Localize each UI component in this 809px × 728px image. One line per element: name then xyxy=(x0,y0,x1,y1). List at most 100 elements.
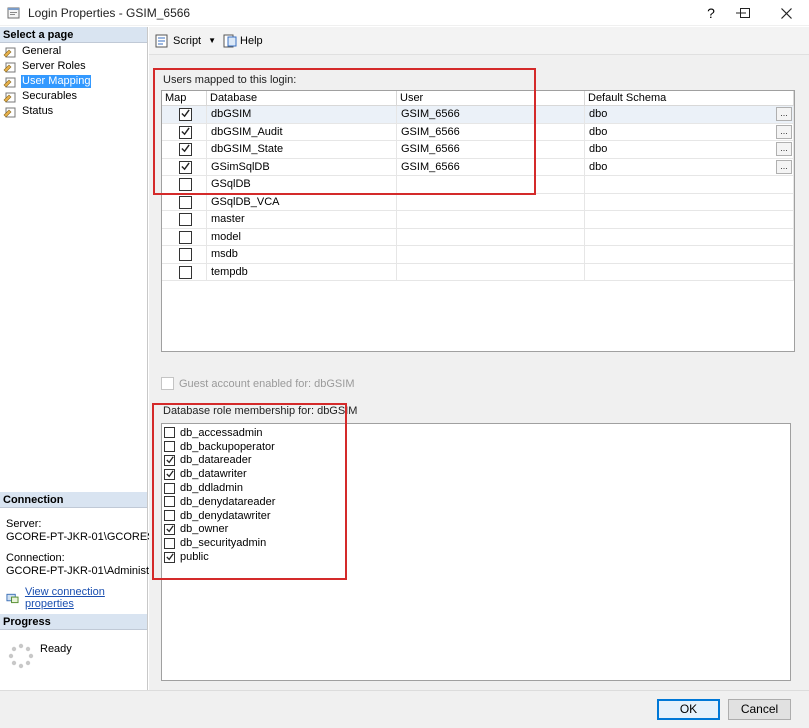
column-header-database[interactable]: Database xyxy=(207,91,397,105)
role-item-db-owner[interactable]: db_owner xyxy=(162,523,790,537)
role-checkbox[interactable] xyxy=(164,483,175,494)
default-schema-cell[interactable]: dbo... xyxy=(585,106,794,124)
browse-schema-button[interactable]: ... xyxy=(776,142,792,156)
grid-header: Map Database User Default Schema xyxy=(162,91,794,106)
user-cell[interactable] xyxy=(397,211,585,229)
role-item-db-datareader[interactable]: db_datareader xyxy=(162,454,790,468)
map-checkbox[interactable] xyxy=(179,108,192,121)
role-item-db-denydatareader[interactable]: db_denydatareader xyxy=(162,495,790,509)
role-item-db-securityadmin[interactable]: db_securityadmin xyxy=(162,536,790,550)
default-schema-cell[interactable] xyxy=(585,264,794,282)
page-item-server-roles[interactable]: Server Roles xyxy=(0,59,147,74)
page-item-securables[interactable]: Securables xyxy=(0,89,147,104)
guest-account-checkbox xyxy=(161,377,174,390)
table-row[interactable]: dbGSIMGSIM_6566dbo... xyxy=(162,106,794,124)
map-cell xyxy=(162,141,207,159)
table-row[interactable]: model xyxy=(162,229,794,247)
user-cell[interactable] xyxy=(397,194,585,212)
user-cell[interactable] xyxy=(397,264,585,282)
default-schema-cell[interactable] xyxy=(585,246,794,264)
grid-rows: dbGSIMGSIM_6566dbo...dbGSIM_AuditGSIM_65… xyxy=(162,106,794,281)
page-item-user-mapping[interactable]: User Mapping xyxy=(0,74,147,89)
map-checkbox[interactable] xyxy=(179,161,192,174)
wrench-page-icon xyxy=(3,61,16,73)
default-schema-cell[interactable]: dbo... xyxy=(585,141,794,159)
page-item-general[interactable]: General xyxy=(0,44,147,59)
server-value: GCORE-PT-JKR-01\GCORESQL xyxy=(6,531,147,543)
default-schema-cell[interactable] xyxy=(585,194,794,212)
table-row[interactable]: tempdb xyxy=(162,264,794,282)
browse-schema-button[interactable]: ... xyxy=(776,107,792,121)
user-cell[interactable]: GSIM_6566 xyxy=(397,159,585,177)
table-row[interactable]: GSimSqlDBGSIM_6566dbo... xyxy=(162,159,794,177)
role-item-db-backupoperator[interactable]: db_backupoperator xyxy=(162,440,790,454)
table-row[interactable]: msdb xyxy=(162,246,794,264)
map-checkbox[interactable] xyxy=(179,213,192,226)
role-checkbox[interactable] xyxy=(164,552,175,563)
browse-schema-button[interactable]: ... xyxy=(776,125,792,139)
table-row[interactable]: GSqlDB_VCA xyxy=(162,194,794,212)
role-item-public[interactable]: public xyxy=(162,550,790,564)
login-properties-icon xyxy=(7,6,21,20)
role-checkbox[interactable] xyxy=(164,524,175,535)
role-item-db-denydatawriter[interactable]: db_denydatawriter xyxy=(162,509,790,523)
user-cell[interactable]: GSIM_6566 xyxy=(397,141,585,159)
map-checkbox[interactable] xyxy=(179,266,192,279)
script-button[interactable]: Script xyxy=(154,34,201,48)
table-row[interactable]: dbGSIM_AuditGSIM_6566dbo... xyxy=(162,124,794,142)
role-checkbox[interactable] xyxy=(164,469,175,480)
script-dropdown-arrow-icon[interactable]: ▼ xyxy=(208,36,216,45)
progress-header: Progress xyxy=(0,614,147,630)
default-schema-cell[interactable]: dbo... xyxy=(585,159,794,177)
role-item-db-ddladmin[interactable]: db_ddladmin xyxy=(162,481,790,495)
ok-button[interactable]: OK xyxy=(657,699,720,720)
map-checkbox[interactable] xyxy=(179,143,192,156)
role-checkbox[interactable] xyxy=(164,455,175,466)
table-row[interactable]: master xyxy=(162,211,794,229)
database-cell: msdb xyxy=(207,246,397,264)
database-cell: GSimSqlDB xyxy=(207,159,397,177)
page-item-status[interactable]: Status xyxy=(0,104,147,119)
user-cell[interactable]: GSIM_6566 xyxy=(397,124,585,142)
page-list: GeneralServer RolesUser MappingSecurable… xyxy=(0,43,147,119)
role-checkbox[interactable] xyxy=(164,510,175,521)
role-item-db-datawriter[interactable]: db_datawriter xyxy=(162,467,790,481)
cancel-button[interactable]: Cancel xyxy=(728,699,791,720)
user-cell[interactable] xyxy=(397,176,585,194)
map-checkbox[interactable] xyxy=(179,231,192,244)
help-button[interactable]: Help xyxy=(223,34,263,48)
default-schema-cell[interactable] xyxy=(585,229,794,247)
default-schema-cell[interactable] xyxy=(585,176,794,194)
column-header-map[interactable]: Map xyxy=(162,91,207,105)
table-row[interactable]: dbGSIM_StateGSIM_6566dbo... xyxy=(162,141,794,159)
table-row[interactable]: GSqlDB xyxy=(162,176,794,194)
role-checkbox[interactable] xyxy=(164,538,175,549)
database-cell: master xyxy=(207,211,397,229)
maximize-button[interactable] xyxy=(722,0,768,26)
browse-schema-button[interactable]: ... xyxy=(776,160,792,174)
map-cell xyxy=(162,229,207,247)
close-button[interactable] xyxy=(763,0,809,26)
map-checkbox[interactable] xyxy=(179,126,192,139)
user-cell[interactable] xyxy=(397,229,585,247)
default-schema-cell[interactable]: dbo... xyxy=(585,124,794,142)
role-checkbox[interactable] xyxy=(164,496,175,507)
user-cell[interactable] xyxy=(397,246,585,264)
role-name: db_denydatareader xyxy=(180,496,275,508)
role-name: db_accessadmin xyxy=(180,427,263,439)
role-checkbox[interactable] xyxy=(164,441,175,452)
column-header-user[interactable]: User xyxy=(397,91,585,105)
script-label: Script xyxy=(173,35,201,47)
map-checkbox[interactable] xyxy=(179,178,192,191)
role-item-db-accessadmin[interactable]: db_accessadmin xyxy=(162,426,790,440)
map-checkbox[interactable] xyxy=(179,196,192,209)
map-checkbox[interactable] xyxy=(179,248,192,261)
column-header-default-schema[interactable]: Default Schema xyxy=(585,91,794,105)
user-cell[interactable]: GSIM_6566 xyxy=(397,106,585,124)
role-name: db_datawriter xyxy=(180,468,247,480)
view-connection-properties-link[interactable]: View connection properties xyxy=(25,586,147,610)
default-schema-cell[interactable] xyxy=(585,211,794,229)
progress-status: Ready xyxy=(40,643,72,655)
role-checkbox[interactable] xyxy=(164,427,175,438)
role-name: public xyxy=(180,551,209,563)
